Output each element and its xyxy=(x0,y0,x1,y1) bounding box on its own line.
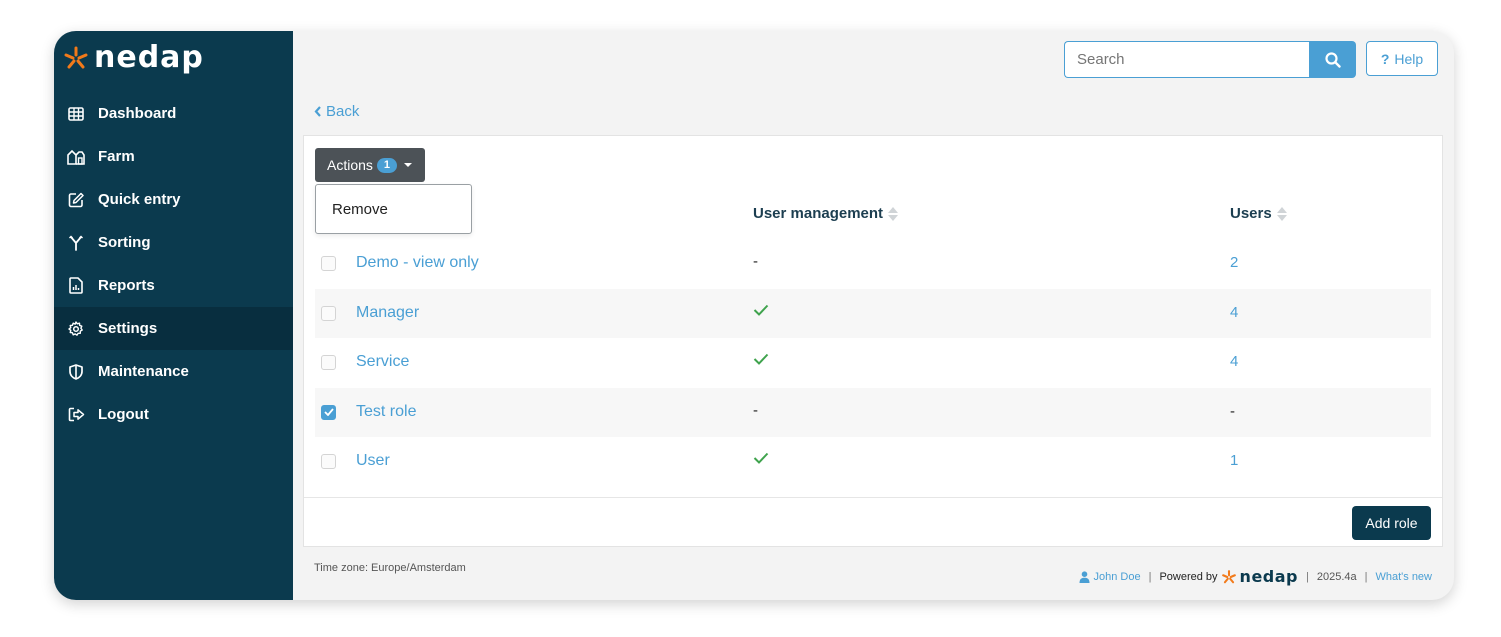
table-row: Service 4 xyxy=(315,338,1431,388)
users-count-value: - xyxy=(1230,402,1235,420)
checkmark-icon xyxy=(753,303,769,320)
selected-count-badge: 1 xyxy=(376,157,398,173)
sidebar-item-quick-entry[interactable]: Quick entry xyxy=(54,178,293,221)
roles-panel: Actions 1 Remove User management Users D… xyxy=(303,135,1443,547)
sort-icon xyxy=(888,206,899,221)
separator: | xyxy=(1364,570,1368,583)
role-name-link[interactable]: Manager xyxy=(356,304,419,322)
caret-down-icon xyxy=(404,163,413,167)
role-name-link[interactable]: Demo - view only xyxy=(356,254,479,272)
check-icon xyxy=(323,408,334,416)
help-button[interactable]: ? Help xyxy=(1366,41,1438,76)
sidebar-item-dashboard[interactable]: Dashboard xyxy=(54,92,293,135)
actions-dropdown-remove[interactable]: Remove xyxy=(315,184,472,234)
sort-icon xyxy=(1276,206,1287,221)
help-label: Help xyxy=(1394,50,1424,67)
user-management-value: - xyxy=(753,401,758,419)
row-checkbox[interactable] xyxy=(321,256,336,271)
report-icon xyxy=(66,276,86,296)
gear-icon xyxy=(66,319,86,339)
app-window: nedap Dashboard Farm Quick entry Sorting… xyxy=(54,31,1454,600)
separator: | xyxy=(1306,570,1309,583)
row-checkbox[interactable] xyxy=(321,454,336,469)
table-row: Manager 4 xyxy=(315,288,1431,338)
main-content: ? Help Back Actions 1 Remove User manage… xyxy=(293,31,1454,600)
search-input[interactable] xyxy=(1064,41,1310,78)
shield-icon xyxy=(66,362,86,382)
sidebar-item-logout[interactable]: Logout xyxy=(54,393,293,436)
star-logo-icon xyxy=(1221,569,1236,583)
user-management-value: - xyxy=(753,253,758,270)
help-icon: ? xyxy=(1380,50,1390,67)
back-label: Back xyxy=(326,103,360,120)
version-label: 2025.4a xyxy=(1316,570,1357,583)
search-icon xyxy=(1324,51,1341,68)
sidebar-item-label: Settings xyxy=(98,320,158,337)
roles-table-body: Demo - view only - 2 Manager 4 Service 4… xyxy=(315,239,1431,487)
table-row: User 1 xyxy=(315,437,1431,487)
users-count-link[interactable]: 1 xyxy=(1230,452,1238,469)
logo-text: nedap xyxy=(94,40,204,75)
actions-label: Actions xyxy=(327,157,373,173)
star-logo-icon xyxy=(64,46,88,69)
column-header-user-management[interactable]: User management xyxy=(753,205,899,222)
table-row: Demo - view only - 2 xyxy=(315,239,1431,289)
chevron-left-icon xyxy=(314,106,321,117)
column-header-label: User management xyxy=(753,205,884,222)
users-count-link[interactable]: 4 xyxy=(1230,304,1238,321)
sidebar-item-reports[interactable]: Reports xyxy=(54,264,293,307)
column-header-users[interactable]: Users xyxy=(1230,205,1287,222)
sidebar-item-label: Logout xyxy=(98,406,149,423)
actions-button[interactable]: Actions 1 xyxy=(315,148,425,182)
sidebar-item-farm[interactable]: Farm xyxy=(54,135,293,178)
table-row: Test role - - xyxy=(315,387,1431,437)
users-count-link[interactable]: 2 xyxy=(1230,254,1238,271)
footer-info: John Doe | Powered by nedap | 2025.4a | … xyxy=(1079,567,1432,586)
row-checkbox[interactable] xyxy=(321,305,336,321)
farm-icon xyxy=(66,147,86,167)
nedap-logo[interactable]: nedap xyxy=(64,43,204,73)
edit-icon xyxy=(66,190,86,210)
sidebar: nedap Dashboard Farm Quick entry Sorting… xyxy=(54,31,293,600)
grid-icon xyxy=(66,104,86,124)
sidebar-item-label: Quick entry xyxy=(98,191,181,208)
powered-by: Powered by nedap xyxy=(1159,567,1298,586)
sidebar-item-maintenance[interactable]: Maintenance xyxy=(54,350,293,393)
row-checkbox-checked[interactable] xyxy=(321,404,336,420)
user-profile-link[interactable]: John Doe xyxy=(1079,571,1141,583)
role-name-link[interactable]: User xyxy=(356,452,390,470)
sidebar-item-label: Farm xyxy=(98,148,135,165)
powered-by-label: Powered by xyxy=(1159,570,1218,583)
checkmark-icon xyxy=(753,352,769,369)
sidebar-item-sorting[interactable]: Sorting xyxy=(54,221,293,264)
sidebar-item-settings[interactable]: Settings xyxy=(54,307,293,350)
back-link[interactable]: Back xyxy=(314,103,359,120)
role-name-link[interactable]: Test role xyxy=(356,403,416,421)
sidebar-nav: Dashboard Farm Quick entry Sorting Repor… xyxy=(54,92,293,436)
user-name: John Doe xyxy=(1093,570,1141,583)
sorting-icon xyxy=(66,233,86,253)
timezone-label: Time zone: Europe/Amsterdam xyxy=(314,562,466,574)
panel-divider xyxy=(304,497,1442,498)
powered-brand: nedap xyxy=(1239,567,1298,586)
sidebar-item-label: Maintenance xyxy=(98,363,189,380)
sidebar-item-label: Sorting xyxy=(98,234,151,251)
checkmark-icon xyxy=(753,451,769,468)
role-name-link[interactable]: Service xyxy=(356,353,409,371)
dropdown-item-label: Remove xyxy=(332,200,388,218)
users-count-link[interactable]: 4 xyxy=(1230,353,1238,370)
add-role-button[interactable]: Add role xyxy=(1352,506,1431,540)
search-button[interactable] xyxy=(1309,41,1356,78)
sidebar-item-label: Dashboard xyxy=(98,105,177,122)
whats-new-link[interactable]: What's new xyxy=(1375,571,1432,583)
sidebar-item-label: Reports xyxy=(98,277,155,294)
row-checkbox[interactable] xyxy=(321,355,336,370)
logout-icon xyxy=(66,405,86,425)
separator: | xyxy=(1148,570,1152,583)
user-icon xyxy=(1079,570,1089,583)
column-header-label: Users xyxy=(1230,205,1272,222)
